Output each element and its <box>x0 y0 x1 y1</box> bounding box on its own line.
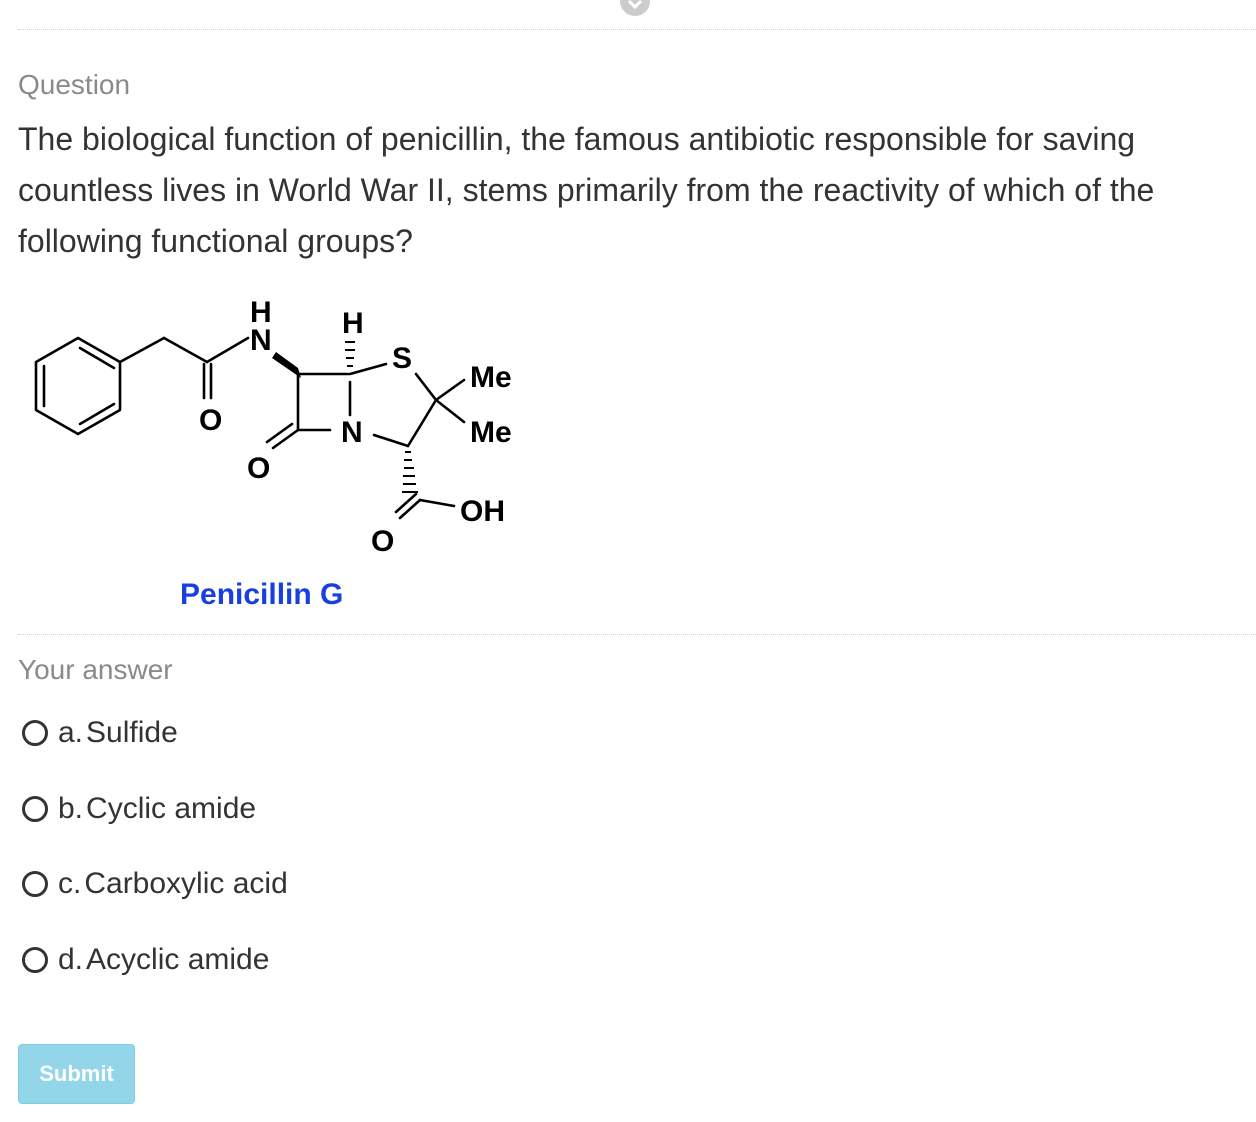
penicillin-structure-figure: H N H S Me Me O N O OH O Penicillin G <box>18 290 558 620</box>
question-section-label: Question <box>18 69 131 100</box>
atom-label-n-ring: N <box>341 416 363 449</box>
atom-label-n-amide: N <box>250 324 272 357</box>
atom-label-h-stereo: H <box>342 307 364 340</box>
option-c[interactable]: c. Carboxylic acid <box>22 861 288 907</box>
top-divider <box>18 29 1256 30</box>
option-letter: a. <box>58 716 84 749</box>
atom-label-methyl-1: Me <box>470 361 512 394</box>
answer-divider <box>18 634 1256 635</box>
option-text: Sulfide <box>86 716 178 749</box>
collapse-toggle[interactable] <box>620 0 650 16</box>
atom-label-sulfur: S <box>392 342 412 375</box>
radio-circle-icon[interactable] <box>22 795 48 822</box>
option-letter: b. <box>58 791 84 825</box>
option-d[interactable]: d. Acyclic amide <box>22 937 288 983</box>
structure-drawing: H N H S Me Me O N O OH O Penicillin G <box>34 296 512 611</box>
atom-label-o-acid: O <box>371 525 394 558</box>
figure-caption: Penicillin G <box>180 578 343 611</box>
submit-button[interactable]: Submit <box>18 1044 135 1104</box>
radio-circle-icon[interactable] <box>22 946 48 973</box>
option-letter: c. <box>58 867 82 900</box>
chevron-down-icon <box>627 0 643 10</box>
option-letter: d. <box>58 942 84 976</box>
option-text: Acyclic amide <box>86 942 270 976</box>
atom-label-hydroxyl: OH <box>460 495 505 528</box>
option-a[interactable]: a. Sulfide <box>22 710 288 756</box>
option-text: Carboxylic acid <box>84 867 288 900</box>
answer-options: a. Sulfide b. Cyclic amide c. Carboxylic… <box>22 710 288 1012</box>
option-b[interactable]: b. Cyclic amide <box>22 786 288 832</box>
radio-circle-icon[interactable] <box>22 720 48 746</box>
atom-label-methyl-2: Me <box>470 416 512 449</box>
radio-circle-icon[interactable] <box>22 871 48 897</box>
question-text: The biological function of penicillin, t… <box>18 121 1155 259</box>
answer-section-label: Your answer <box>18 654 173 685</box>
atom-label-o-amide: O <box>199 404 222 437</box>
option-text: Cyclic amide <box>86 791 257 825</box>
atom-label-o-lactam: O <box>247 452 270 485</box>
